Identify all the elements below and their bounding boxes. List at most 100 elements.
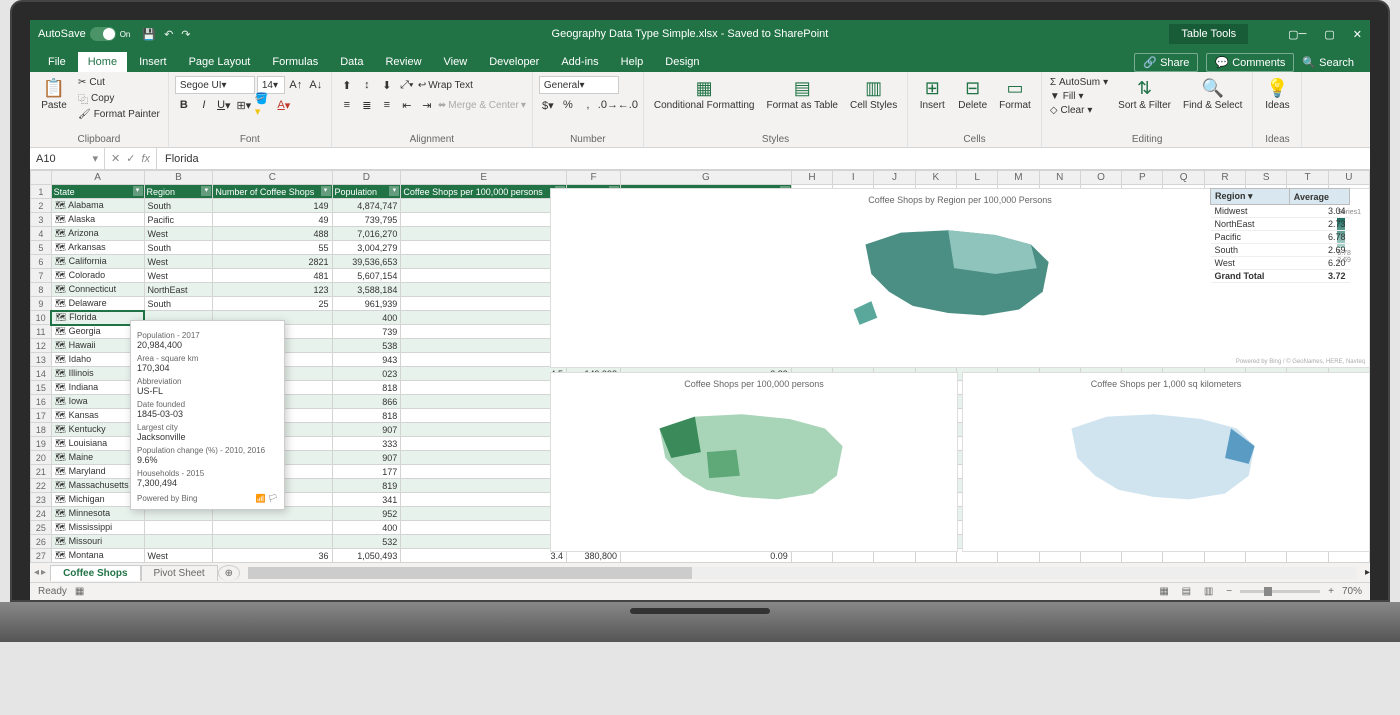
cell[interactable]: 333 [332, 437, 401, 451]
tab-file[interactable]: File [38, 52, 76, 72]
cell[interactable] [213, 535, 332, 549]
ribbon-display-icon[interactable]: ▢ [1288, 28, 1298, 41]
cell[interactable]: West [144, 255, 213, 269]
col-header[interactable]: D [332, 171, 401, 185]
align-right-icon[interactable]: ≡ [378, 96, 396, 114]
col-header[interactable]: I [833, 171, 874, 185]
cell[interactable]: 819 [332, 479, 401, 493]
col-header[interactable]: T [1287, 171, 1328, 185]
row-header[interactable]: 4 [31, 227, 52, 241]
cell[interactable]: 39,536,653 [332, 255, 401, 269]
pivot-cell[interactable]: 6.78 [1289, 231, 1349, 244]
col-header[interactable]: S [1246, 171, 1287, 185]
row-header[interactable]: 3 [31, 213, 52, 227]
cell[interactable]: 2.2 [401, 451, 567, 465]
chart-per-100k-map[interactable]: Coffee Shops per 100,000 persons [550, 372, 958, 552]
col-header[interactable] [31, 171, 52, 185]
cell[interactable]: 149 [213, 199, 332, 213]
pivot-header[interactable]: Average [1289, 189, 1349, 205]
paste-button[interactable]: 📋Paste [36, 76, 72, 113]
table-header[interactable]: State▾ [51, 185, 144, 199]
cell[interactable]: 866 [332, 395, 401, 409]
cell[interactable]: 4.5 [401, 367, 567, 381]
underline-icon[interactable]: U▾ [215, 96, 233, 114]
cell[interactable]: 3.1 [401, 535, 567, 549]
table-header[interactable]: Number of Coffee Shops▾ [213, 185, 332, 199]
format-cells-button[interactable]: ▭Format [995, 76, 1035, 113]
col-header[interactable]: P [1122, 171, 1163, 185]
align-center-icon[interactable]: ≣ [358, 96, 376, 114]
share-button[interactable]: 🔗 Share [1134, 53, 1198, 72]
insert-cells-button[interactable]: ⊞Insert [914, 76, 950, 113]
cell[interactable]: 2.2 [401, 423, 567, 437]
pivot-cell[interactable]: Pacific [1211, 231, 1290, 244]
scroll-right-icon[interactable]: ▸ [1365, 567, 1370, 578]
fill-color-icon[interactable]: 🪣▾ [255, 96, 273, 114]
cell[interactable] [144, 521, 213, 535]
pivot-cell[interactable]: 3.04 [1289, 205, 1349, 218]
format-painter-button[interactable]: 🖌Format Painter [76, 108, 162, 121]
row-header[interactable]: 9 [31, 297, 52, 311]
chart-per-1000km-map[interactable]: Coffee Shops per 1,000 sq kilometers [962, 372, 1370, 552]
cell[interactable]: South [144, 241, 213, 255]
comma-icon[interactable]: , [579, 96, 597, 114]
cell[interactable]: 3,004,279 [332, 241, 401, 255]
sheet-tab[interactable]: Pivot Sheet [141, 565, 218, 581]
row-header[interactable]: 21 [31, 465, 52, 479]
col-header[interactable]: J [874, 171, 915, 185]
row-header[interactable]: 10 [31, 311, 52, 325]
percent-icon[interactable]: % [559, 96, 577, 114]
fill-button[interactable]: ▼Fill▾ [1048, 90, 1110, 103]
pivot-cell[interactable]: 6.20 [1289, 257, 1349, 270]
increase-font-icon[interactable]: A↑ [287, 76, 305, 94]
cancel-formula-icon[interactable]: ✕ [111, 152, 120, 165]
cell-state[interactable]: 🗺 Colorado [51, 269, 144, 283]
cell[interactable]: 952 [332, 507, 401, 521]
macro-record-icon[interactable]: ▦ [75, 586, 84, 597]
pivot-cell[interactable]: 2.73 [1289, 218, 1349, 231]
font-name-select[interactable]: Segoe UI ▾ [175, 76, 255, 94]
cell[interactable]: 6.9 [401, 339, 567, 353]
cell[interactable]: 4,874,747 [332, 199, 401, 213]
cell[interactable]: West [144, 269, 213, 283]
zoom-in-icon[interactable]: + [1328, 586, 1334, 597]
cell[interactable]: 739,795 [332, 213, 401, 227]
col-header[interactable]: B [144, 171, 213, 185]
row-header[interactable]: 17 [31, 409, 52, 423]
tab-review[interactable]: Review [375, 52, 431, 72]
col-header[interactable]: M [998, 171, 1039, 185]
enter-formula-icon[interactable]: ✓ [126, 152, 135, 165]
cell[interactable]: 341 [332, 493, 401, 507]
worksheet-grid[interactable]: ABCDEFGHIJKLMNOPQRSTU1State▾Region▾Numbe… [30, 170, 1370, 562]
autosum-button[interactable]: ΣAutoSum▾ [1048, 76, 1110, 89]
cell[interactable]: 4.2 [401, 465, 567, 479]
cell[interactable]: Pacific [144, 213, 213, 227]
bold-icon[interactable]: B [175, 96, 193, 114]
tab-view[interactable]: View [434, 52, 478, 72]
clear-button[interactable]: ◇Clear▾ [1048, 104, 1110, 117]
table-header[interactable]: Population▾ [332, 185, 401, 199]
zoom-level[interactable]: 70% [1342, 586, 1362, 597]
row-header[interactable]: 22 [31, 479, 52, 493]
page-layout-view-icon[interactable]: ▤ [1177, 585, 1196, 598]
decrease-decimal-icon[interactable]: ←.0 [619, 96, 637, 114]
cell[interactable]: 7.1 [401, 255, 567, 269]
pivot-cell[interactable]: South [1211, 244, 1290, 257]
cell[interactable]: 55 [213, 241, 332, 255]
filter-icon[interactable]: ▾ [133, 186, 143, 196]
prev-sheet-icon[interactable]: ▸ [41, 567, 46, 578]
row-header[interactable]: 11 [31, 325, 52, 339]
add-sheet-button[interactable]: ⊕ [218, 565, 240, 581]
cell[interactable]: 25 [213, 297, 332, 311]
tab-help[interactable]: Help [611, 52, 654, 72]
maximize-icon[interactable]: ▢ [1324, 28, 1334, 41]
name-box[interactable]: A10▾ [30, 148, 105, 169]
row-header[interactable]: 15 [31, 381, 52, 395]
cell[interactable]: 961,939 [332, 297, 401, 311]
copy-button[interactable]: ⿻Copy [76, 90, 162, 107]
col-header[interactable]: H [791, 171, 832, 185]
cell[interactable]: 400 [332, 521, 401, 535]
row-header[interactable]: 1 [31, 185, 52, 199]
cell-state[interactable]: 🗺 Arkansas [51, 241, 144, 255]
col-header[interactable]: R [1204, 171, 1245, 185]
